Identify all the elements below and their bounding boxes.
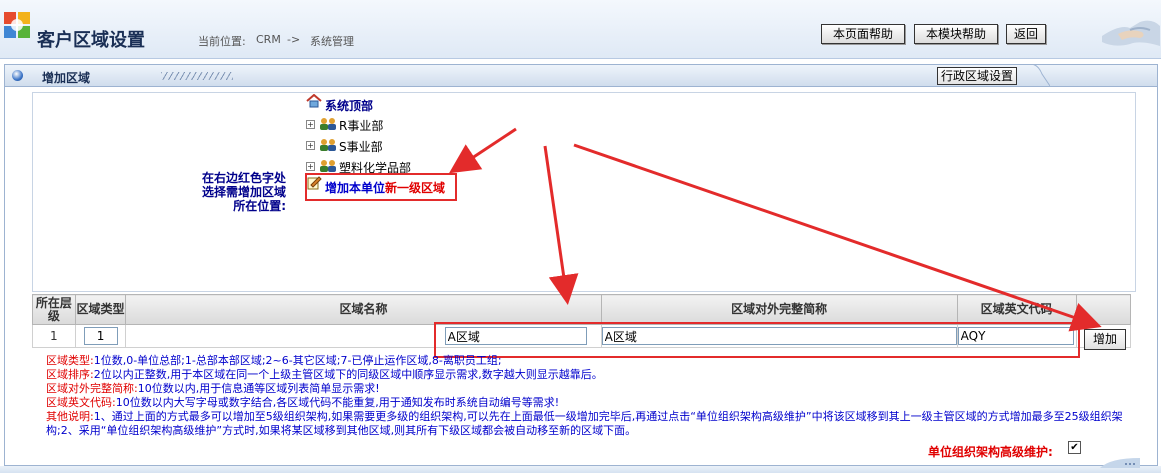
note-value: 2位以内正整数,用于本区域在同一个上级主管区域下的同级区域中顺序显示需求,数字越… [93,368,603,381]
note-line: 区域对外完整简称:10位数以内,用于信息通等区域列表简单显示需求! [46,382,1126,396]
region-type-input[interactable] [83,327,118,345]
notes-section: 区域类型:1位数,0-单位总部;1-总部本部区域;2~6-其它区域;7-已停止运… [46,354,1126,438]
tab-curve [1020,64,1050,87]
group-icon [320,118,336,130]
col-fullname: 区域对外完整简称 [600,294,958,325]
note-key: 区域对外完整简称: [46,382,138,395]
panel-stripes [161,72,233,80]
note-line: 其他说明:1、通过上面的方式最多可以增加至5级组织架构,如果需要更多级的组织架构… [46,410,1126,438]
app-logo-icon [4,12,30,38]
level-value: 1 [32,324,76,348]
type-cell [74,324,127,348]
tree-root-label[interactable]: 系统顶部 [325,97,373,114]
app-header: 客户区域设置 当前位置: CRM -> 系统管理 本页面帮助 本模块帮助 返回 [0,0,1161,59]
breadcrumb-current: 系统管理 [310,35,354,48]
table-header-row: 所在层级 区域类型 区域名称 区域对外完整简称 区域英文代码 [32,294,1132,325]
add-link-prefix[interactable]: 增加本单位 [325,181,385,195]
note-value: 10位数以内,用于信息通等区域列表简单显示需求! [137,382,380,395]
expand-icon[interactable]: + [306,162,315,171]
tree-node-label[interactable]: S事业部 [339,138,383,155]
note-value: 1位数,0-单位总部;1-总部本部区域;2~6-其它区域;7-已停止运作区域,8… [93,354,502,367]
home-icon [306,94,322,108]
back-button[interactable]: 返回 [1006,24,1046,44]
note-line: 区域类型:1位数,0-单位总部;1-总部本部区域;2~6-其它区域;7-已停止运… [46,354,1126,368]
add-subregion-link[interactable]: 增加本单位新一级区域 [325,179,445,196]
advanced-maintenance-label: 单位组织架构高级维护: [928,445,1053,459]
panel-title: 增加区域 [42,71,91,85]
bottom-bar [0,466,1161,473]
col-action [1075,294,1132,325]
handshake-icon [1102,20,1160,46]
col-type: 区域类型 [74,294,127,325]
note-key: 区域英文代码: [46,396,116,409]
col-level: 所在层级 [32,294,76,325]
note-key: 其他说明: [46,410,94,423]
add-link-suffix[interactable]: 新一级区域 [385,181,445,195]
breadcrumb-label: 当前位置: [198,35,246,48]
note-line: 区域排序:2位以内正整数,用于本区域在同一个上级主管区域下的同级区域中顺序显示需… [46,368,1126,382]
expand-icon[interactable]: + [306,120,315,129]
page-title: 客户区域设置 [37,30,145,51]
advanced-maintenance-checkbox[interactable]: ✔ [1068,441,1081,454]
note-value: 1、通过上面的方式最多可以增加至5级组织架构,如果需要更多级的组织架构,可以先在… [46,410,1123,437]
page-help-button[interactable]: 本页面帮助 [821,24,905,44]
note-key: 区域排序: [46,368,94,381]
edit-note-icon [307,176,322,190]
panel-bullet-icon [12,70,23,81]
breadcrumb-separator: -> [287,33,301,46]
input-highlight-box [434,322,1080,358]
panel-header: 增加区域 行政区域设置 [4,64,1158,87]
module-help-button[interactable]: 本模块帮助 [914,24,998,44]
group-icon [320,160,336,172]
col-name: 区域名称 [125,294,602,325]
note-key: 区域类型: [46,354,94,367]
admin-region-settings-button[interactable]: 行政区域设置 [937,67,1018,85]
expand-icon[interactable]: + [306,141,315,150]
breadcrumb-root: CRM [256,33,281,46]
add-region-button[interactable]: 增加 [1084,329,1126,350]
note-line: 区域英文代码:10位数以内大写字母或数字结合,各区域代码不能重复,用于通知发布时… [46,396,1126,410]
position-hint: 在右边红色字处选择需增加区域所在位置: [201,171,286,213]
col-code: 区域英文代码 [956,294,1077,325]
note-value: 10位数以内大写字母或数字结合,各区域代码不能重复,用于通知发布时系统自动编号等… [115,396,560,409]
tree-node-label[interactable]: R事业部 [339,117,383,134]
group-icon [320,139,336,151]
corner-decoration [1100,458,1140,468]
